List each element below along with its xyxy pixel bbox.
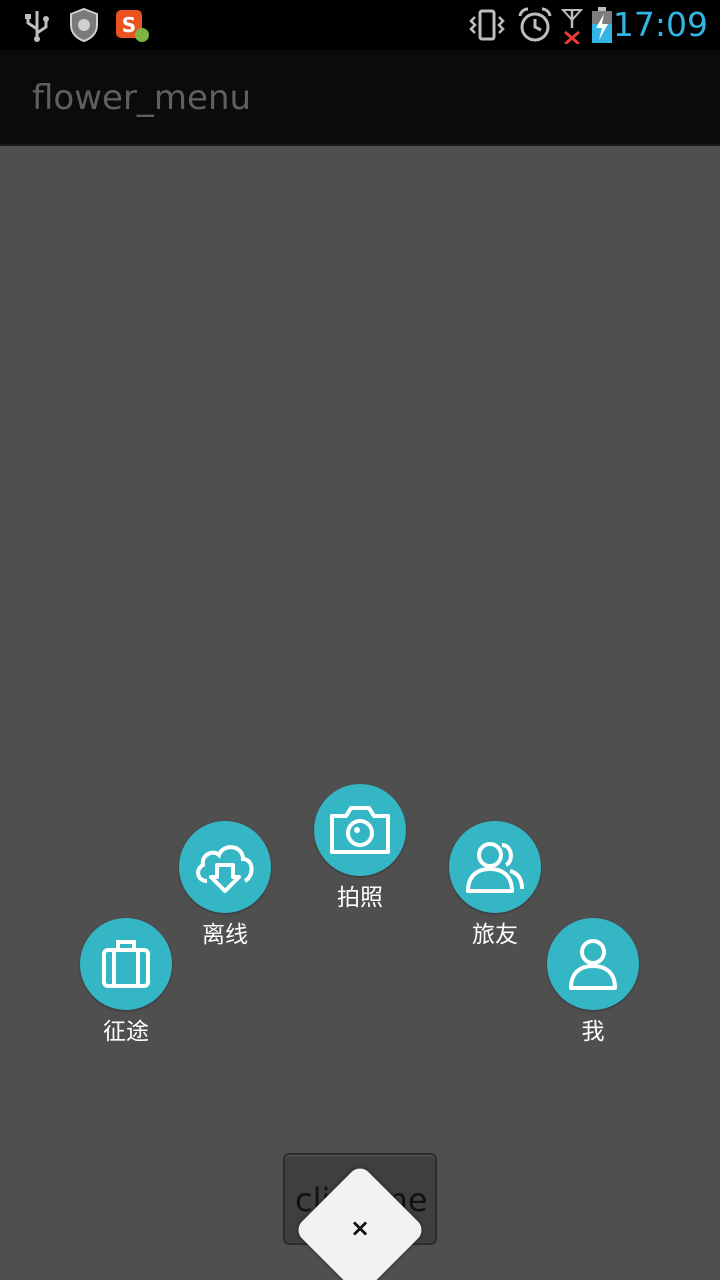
usb-icon [20, 6, 54, 44]
vibrate-icon [468, 6, 506, 44]
signal-no-service-icon [560, 6, 584, 44]
alarm-icon [516, 6, 554, 44]
menu-item-me[interactable]: 我 [523, 918, 663, 1058]
sogou-app-icon: S [114, 6, 150, 44]
app-title: flower_menu [32, 78, 252, 118]
status-bar: S 17:09 [0, 0, 720, 50]
camera-icon [314, 784, 406, 876]
close-icon: × [349, 1214, 371, 1242]
menu-item-label: 我 [581, 1019, 605, 1045]
menu-item-label: 拍照 [337, 885, 383, 911]
shield-app-icon [66, 6, 102, 44]
menu-item-label: 离线 [202, 922, 248, 948]
menu-item-camera[interactable]: 拍照 [290, 784, 430, 924]
status-clock: 17:09 [612, 5, 708, 44]
menu-item-offline[interactable]: 离线 [155, 821, 295, 961]
menu-item-label: 征途 [103, 1019, 149, 1045]
battery-charging-icon [590, 6, 614, 44]
cloud-download-icon [179, 821, 271, 913]
group-icon [449, 821, 541, 913]
svg-text:S: S [122, 13, 136, 37]
screen: S 17:09 flower_menu 征途 离线 拍照 旅友 我 × [0, 0, 720, 1280]
person-icon [547, 918, 639, 1010]
action-bar: flower_menu [0, 50, 720, 146]
